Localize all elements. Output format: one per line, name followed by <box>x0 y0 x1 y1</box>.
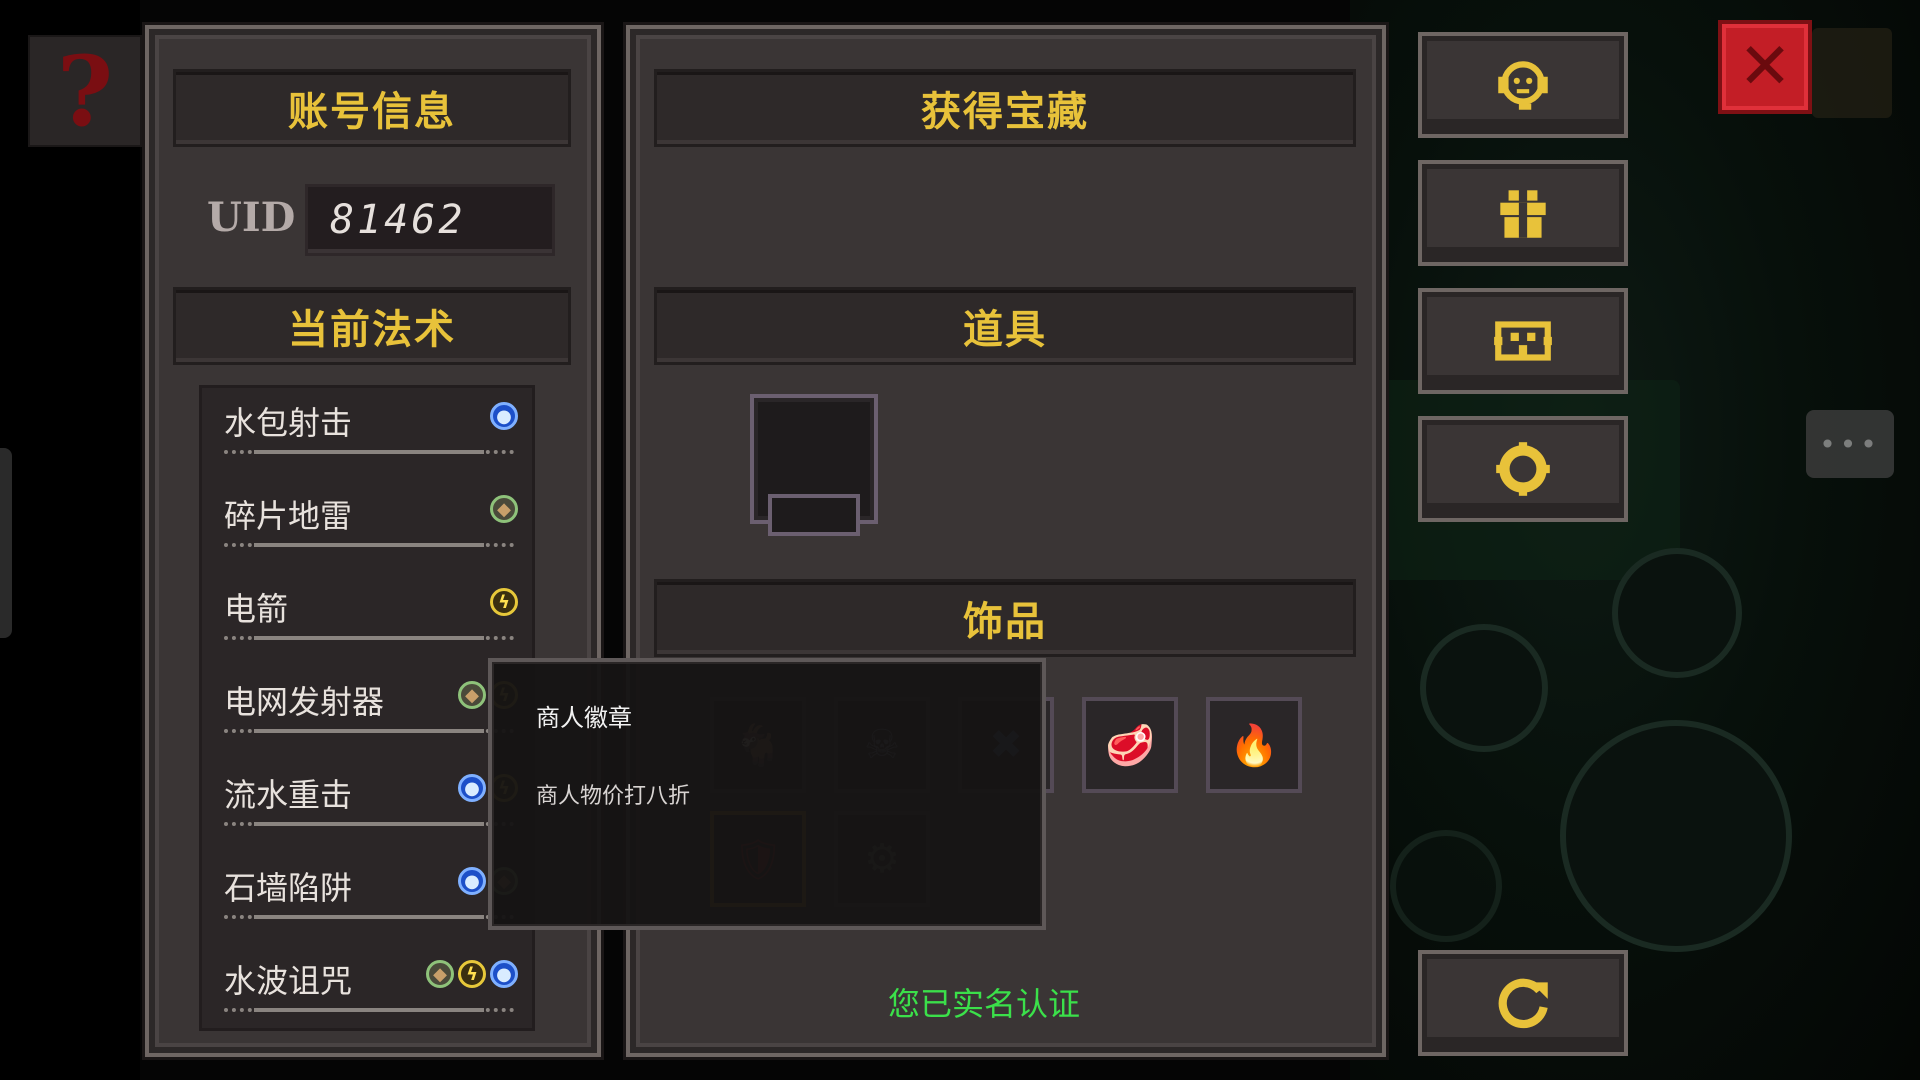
accessories-title: 饰品 <box>963 599 1047 645</box>
meat-icon: 🥩 <box>1105 722 1155 769</box>
account-info-header: 账号信息 <box>173 69 571 147</box>
movement-joystick[interactable] <box>1560 720 1792 952</box>
spell-divider-line <box>254 636 484 640</box>
earth-skill-button[interactable] <box>1420 624 1548 752</box>
gift-icon <box>1500 190 1546 238</box>
chat-button[interactable]: ••• <box>1806 410 1894 478</box>
question-mark-icon: ? <box>56 34 114 148</box>
faded-hud-button[interactable] <box>1812 28 1892 118</box>
account-info-title: 账号信息 <box>288 89 456 135</box>
settings-gear-icon <box>1496 442 1550 496</box>
side-drawer-handle[interactable] <box>0 448 12 638</box>
refresh-icon <box>1498 978 1548 1029</box>
spell-divider-line <box>254 729 484 733</box>
coupon-button[interactable] <box>1418 288 1628 394</box>
support-headset-icon <box>1498 61 1548 110</box>
chat-bubble-icon: ••• <box>1819 427 1881 461</box>
tooltip-description: 商人物价打八折 <box>536 784 691 809</box>
accessory-slot[interactable]: 🔥 <box>1206 697 1302 793</box>
spell-item[interactable]: 石墙陷阱●◆ <box>202 853 532 946</box>
close-button[interactable]: ✕ <box>1718 20 1812 114</box>
spell-item[interactable]: 电箭 ϟ <box>202 574 532 667</box>
spell-item[interactable]: 流水重击●ϟ <box>202 760 532 853</box>
spell-divider-line <box>254 915 484 919</box>
water-element-icon: ● <box>490 960 518 988</box>
spell-item[interactable]: 水波诅咒 ◆ ϟ ● <box>202 946 532 1028</box>
support-button[interactable] <box>1418 32 1628 138</box>
spell-name: 石墙陷阱 <box>224 869 353 907</box>
spell-item[interactable]: 碎片地雷 ◆ <box>202 481 532 574</box>
treasure-header: 获得宝藏 <box>654 69 1356 147</box>
spell-divider-line <box>254 822 484 826</box>
background-left <box>0 0 140 1080</box>
accessories-header: 饰品 <box>654 579 1356 657</box>
realname-status: 您已实名认证 <box>888 985 1081 1023</box>
spell-name: 电网发射器 <box>224 683 385 721</box>
uid-field[interactable]: 81462 <box>305 184 555 256</box>
prop-slot-tab <box>768 494 860 536</box>
fire-gem-icon: 🔥 <box>1229 722 1279 769</box>
treasure-title: 获得宝藏 <box>921 89 1089 135</box>
help-button[interactable]: ? <box>28 34 142 148</box>
earth-element-icon: ◆ <box>490 495 518 523</box>
thunder-element-icon: ϟ <box>490 588 518 616</box>
close-icon: ✕ <box>1738 30 1792 104</box>
tooltip-title: 商人徽章 <box>536 704 632 732</box>
water-element-icon: ● <box>458 867 486 895</box>
spell-name: 碎片地雷 <box>224 497 353 535</box>
props-header: 道具 <box>654 287 1356 365</box>
coupon-icon <box>1494 321 1552 361</box>
props-title: 道具 <box>963 307 1047 353</box>
current-spells-header: 当前法术 <box>173 287 571 365</box>
uid-label: UID <box>207 194 296 241</box>
item-tooltip: 商人徽章 商人物价打八折 <box>488 658 1046 930</box>
spell-name: 电箭 <box>224 590 289 628</box>
accessory-slot[interactable]: 🥩 <box>1082 697 1178 793</box>
spell-name: 水包射击 <box>224 404 353 442</box>
current-spells-title: 当前法术 <box>288 307 456 353</box>
gift-button[interactable] <box>1418 160 1628 266</box>
spell-divider-line <box>254 1008 484 1012</box>
spell-divider-line <box>254 543 484 547</box>
water-skill-button[interactable] <box>1612 548 1742 678</box>
spell-name: 流水重击 <box>224 776 353 814</box>
earth-element-icon: ◆ <box>426 960 454 988</box>
spell-item[interactable]: 水包射击 ● <box>202 388 532 481</box>
thunder-skill-button[interactable] <box>1390 830 1502 942</box>
water-element-icon: ● <box>490 402 518 430</box>
thunder-element-icon: ϟ <box>458 960 486 988</box>
uid-value: 81462 <box>330 197 466 243</box>
spell-item[interactable]: 电网发射器◆ϟ <box>202 667 532 760</box>
spell-list[interactable]: 水包射击●碎片地雷◆电箭ϟ电网发射器◆ϟ流水重击●ϟ石墙陷阱●◆水波诅咒◆ϟ● <box>199 385 535 1031</box>
water-element-icon: ● <box>458 774 486 802</box>
refresh-button[interactable] <box>1418 950 1628 1056</box>
spell-divider-line <box>254 450 484 454</box>
settings-button[interactable] <box>1418 416 1628 522</box>
spell-name: 水波诅咒 <box>224 962 353 1000</box>
earth-element-icon: ◆ <box>458 681 486 709</box>
